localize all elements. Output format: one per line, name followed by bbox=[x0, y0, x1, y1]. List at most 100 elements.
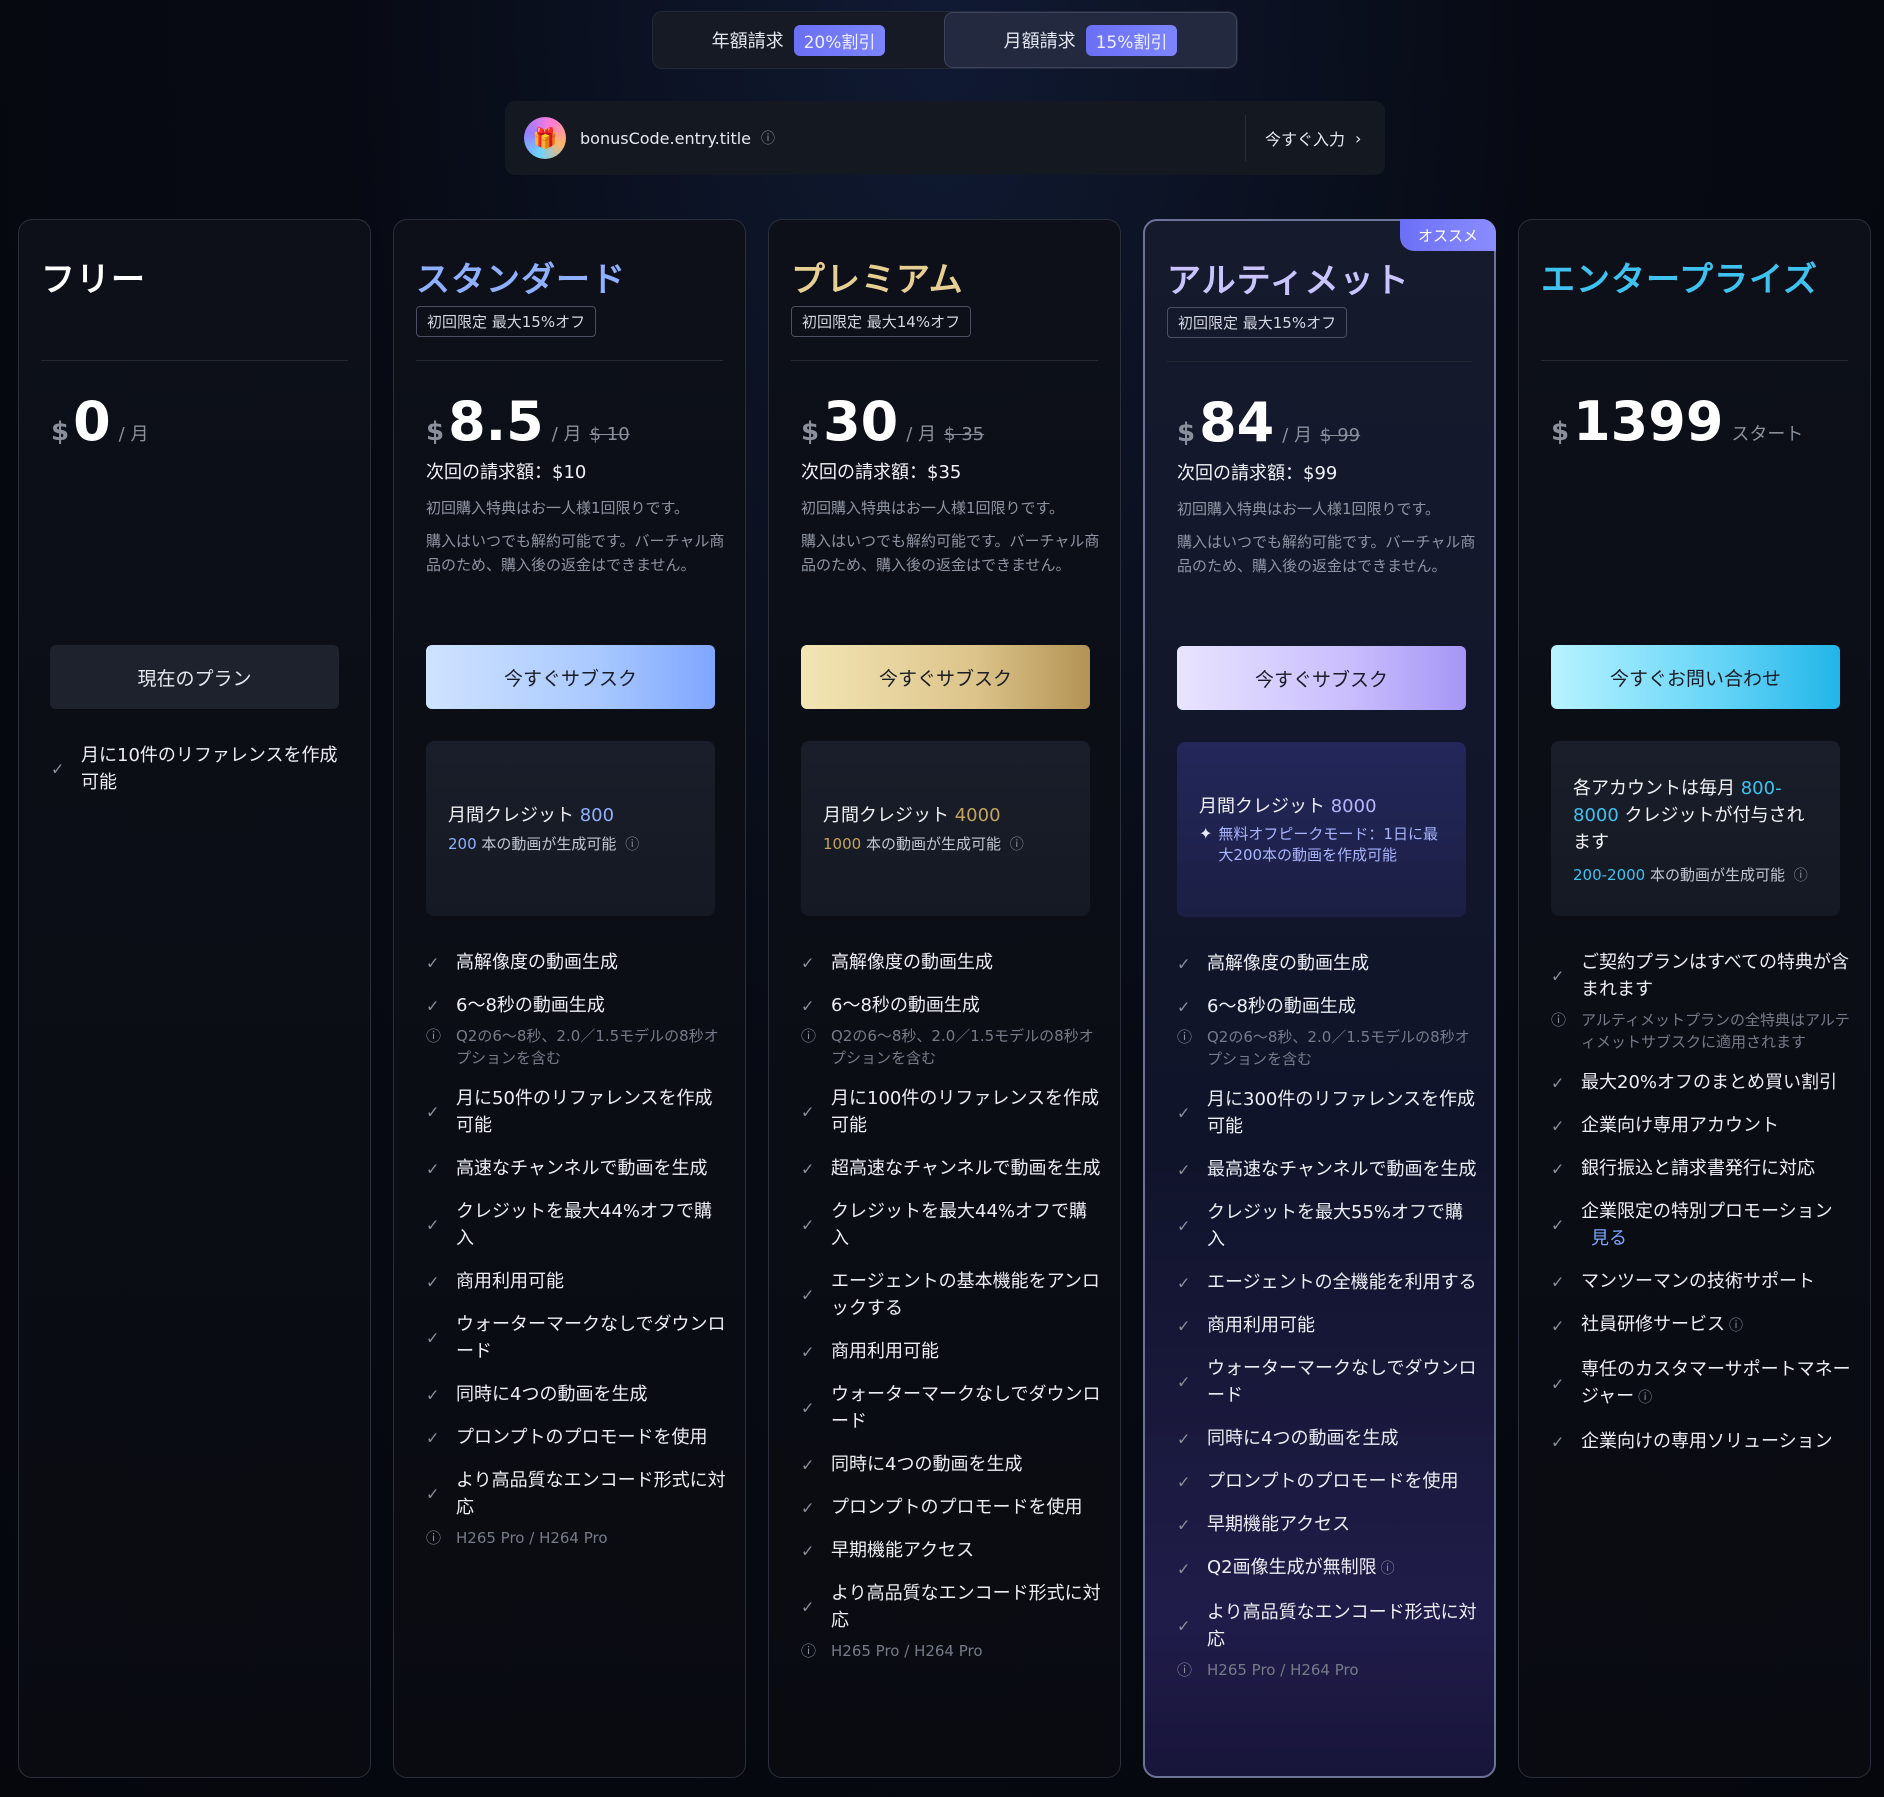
feature-item: ✓ 企業向け専用アカウント bbox=[1551, 1112, 1851, 1139]
subscribe-button[interactable]: 今すぐサブスク bbox=[801, 645, 1090, 709]
feature-item: ✓ 企業限定の特別プロモーション 見る bbox=[1551, 1201, 1833, 1249]
chevron-right-icon: › bbox=[1355, 128, 1362, 148]
check-icon: ✓ bbox=[801, 1498, 815, 1517]
original-price: $ 35 bbox=[944, 424, 985, 445]
price: $ 84 / 月 $ 99 bbox=[1177, 391, 1360, 454]
price-period: / 月 bbox=[906, 424, 937, 445]
check-icon: ✓ bbox=[801, 1285, 815, 1305]
check-icon: ✓ bbox=[1177, 1429, 1191, 1448]
check-icon: ✓ bbox=[1551, 1316, 1565, 1335]
feature-note: ⓘ アルティメットプランの全特典はアルティメットサブスクに適用されます bbox=[1551, 1011, 1850, 1051]
info-icon: ⓘ bbox=[801, 1027, 817, 1045]
credit-label: 月間クレジット bbox=[823, 805, 949, 826]
current-plan-button[interactable]: 現在のプラン bbox=[50, 645, 339, 709]
annual-billing-label: 年額請求 bbox=[711, 31, 784, 52]
plan-name: フリー bbox=[41, 260, 146, 300]
feature-item: ✓ エージェントの全機能を利用する bbox=[1177, 1269, 1477, 1296]
info-icon[interactable]: ⓘ bbox=[1794, 868, 1808, 884]
first-purchase-note: 初回購入特典はお一人様1回限りです。 bbox=[1177, 500, 1441, 518]
divider bbox=[416, 360, 723, 361]
feature-note: ⓘ Q2の6～8秒、2.0／1.5モデルの8秒オプションを含む bbox=[426, 1027, 719, 1067]
feature-item: ✓ エージェントの基本機能をアンロックする bbox=[801, 1271, 1100, 1319]
check-icon: ✓ bbox=[801, 1597, 815, 1617]
feature-item: ✓ 6～8秒の動画生成 bbox=[1177, 993, 1477, 1020]
feature-item: ✓ ウォーターマークなしでダウンロード bbox=[426, 1314, 726, 1362]
feature-item: ✓ 早期機能アクセス bbox=[1177, 1511, 1477, 1538]
credit-box: 月間クレジット 800 200 本の動画が生成可能 ⓘ bbox=[426, 741, 715, 916]
feature-item: ✓ プロンプトのプロモードを使用 bbox=[426, 1424, 726, 1451]
price: $ 8.5 / 月 $ 10 bbox=[426, 390, 630, 453]
check-icon: ✓ bbox=[1177, 954, 1191, 973]
first-purchase-note: 初回購入特典はお一人様1回限りです。 bbox=[801, 499, 1065, 517]
feature-list: ✓ 高解像度の動画生成 ✓ 6～8秒の動画生成 ⓘ Q2の6～8秒、2.0／1.5モデ… bbox=[801, 949, 1101, 1678]
feature-item: ✓ プロンプトのプロモードを使用 bbox=[1177, 1468, 1477, 1495]
plan-name: プレミアム bbox=[791, 260, 964, 300]
check-icon: ✓ bbox=[1177, 1160, 1191, 1179]
credit-value: 800 bbox=[579, 805, 615, 826]
plan-card-premium: プレミアム 初回限定 最大14%オフ $ 30 / 月 $ 35 次回の請求額：… bbox=[768, 219, 1121, 1778]
divider bbox=[1167, 361, 1472, 362]
check-icon: ✓ bbox=[801, 1215, 815, 1235]
feature-list: ✓ 高解像度の動画生成 ✓ 6～8秒の動画生成 ⓘ Q2の6～8秒、2.0／1.5モデ… bbox=[426, 949, 726, 1565]
info-icon[interactable]: ⓘ bbox=[1729, 1318, 1743, 1334]
monthly-billing-tab[interactable]: 月額請求 15%割引 bbox=[944, 12, 1237, 68]
annual-billing-tab[interactable]: 年額請求 20%割引 bbox=[653, 12, 944, 68]
check-icon: ✓ bbox=[1551, 1272, 1565, 1291]
check-icon: ✓ bbox=[426, 1272, 440, 1291]
plan-name: エンタープライズ bbox=[1541, 260, 1818, 300]
feature-item: ✓ 高解像度の動画生成 bbox=[801, 949, 1101, 976]
feature-item: ✓ 高解像度の動画生成 bbox=[1177, 950, 1477, 977]
check-icon: ✓ bbox=[801, 953, 815, 972]
feature-item: ✓ ご契約プランはすべての特典が含まれます bbox=[1551, 952, 1850, 1000]
info-icon[interactable]: ⓘ bbox=[1638, 1390, 1652, 1406]
feature-item: ✓ 6～8秒の動画生成 bbox=[426, 992, 726, 1019]
bonus-code-title: bonusCode.entry.title bbox=[580, 128, 751, 148]
check-icon: ✓ bbox=[426, 1159, 440, 1178]
check-icon: ✓ bbox=[426, 1428, 440, 1447]
info-icon[interactable]: ⓘ bbox=[761, 128, 775, 148]
subscribe-button[interactable]: 今すぐサブスク bbox=[1177, 646, 1466, 710]
promo-badge: 初回限定 最大14%オフ bbox=[791, 306, 972, 337]
videos-value: 1000 bbox=[823, 835, 862, 853]
feature-note: ⓘ H265 Pro / H264 Pro bbox=[1177, 1661, 1359, 1679]
next-bill-amount: 次回の請求額：$99 bbox=[1177, 463, 1338, 484]
info-icon: ⓘ bbox=[801, 1642, 817, 1660]
check-icon: ✓ bbox=[1551, 966, 1565, 986]
enter-now-button[interactable]: 今すぐ入力 › bbox=[1265, 101, 1361, 175]
info-icon[interactable]: ⓘ bbox=[1381, 1561, 1395, 1577]
price: $ 0 / 月 bbox=[51, 390, 148, 453]
videos-value: 200-2000 bbox=[1573, 866, 1646, 884]
divider bbox=[1245, 115, 1246, 161]
recommended-badge: オススメ bbox=[1400, 219, 1496, 251]
check-icon: ✓ bbox=[1177, 1616, 1191, 1636]
feature-item: ✓ 月に100件のリファレンスを作成可能 bbox=[801, 1088, 1099, 1136]
price-period: / 月 bbox=[551, 424, 582, 445]
feature-item: ✓ 銀行振込と請求書発行に対応 bbox=[1551, 1155, 1851, 1182]
contact-us-button[interactable]: 今すぐお問い合わせ bbox=[1551, 645, 1840, 709]
promo-badge: 初回限定 最大15%オフ bbox=[416, 306, 597, 337]
feature-item: ✓ 同時に4つの動画を生成 bbox=[426, 1381, 726, 1408]
first-purchase-note: 初回購入特典はお一人様1回限りです。 bbox=[426, 499, 690, 517]
bonus-code-bar: 🎁 bonusCode.entry.title ⓘ 今すぐ入力 › bbox=[505, 101, 1385, 175]
feature-item: ✓ 6～8秒の動画生成 bbox=[801, 992, 1101, 1019]
check-icon: ✓ bbox=[801, 1541, 815, 1560]
billing-toggle: 年額請求 20%割引 月額請求 15%割引 bbox=[652, 11, 1238, 69]
subscribe-button[interactable]: 今すぐサブスク bbox=[426, 645, 715, 709]
feature-item: ✓ 月に10件のリファレンスを作成可能 bbox=[51, 745, 338, 793]
feature-item: ✓ クレジットを最大44%オフで購入 bbox=[801, 1201, 1088, 1249]
check-icon: ✓ bbox=[426, 1102, 440, 1122]
check-icon: ✓ bbox=[426, 996, 440, 1015]
feature-item: ✓ 同時に4つの動画を生成 bbox=[801, 1451, 1101, 1478]
see-more-link[interactable]: 見る bbox=[1591, 1228, 1627, 1249]
price-amount: 30 bbox=[823, 390, 899, 453]
info-icon[interactable]: ⓘ bbox=[1010, 837, 1024, 853]
info-icon[interactable]: ⓘ bbox=[625, 837, 639, 853]
feature-item: ✓ より高品質なエンコード形式に対応 bbox=[1177, 1602, 1477, 1650]
promo-badge: 初回限定 最大15%オフ bbox=[1167, 307, 1348, 338]
price-period: / 月 bbox=[118, 424, 149, 445]
price-amount: 0 bbox=[73, 390, 111, 453]
info-icon: ⓘ bbox=[1551, 1011, 1567, 1029]
videos-label: 本の動画が生成可能 bbox=[865, 835, 1001, 853]
feature-note: ⓘ H265 Pro / H264 Pro bbox=[426, 1529, 608, 1547]
feature-item: ✓ 社員研修サービス ⓘ bbox=[1551, 1311, 1851, 1340]
